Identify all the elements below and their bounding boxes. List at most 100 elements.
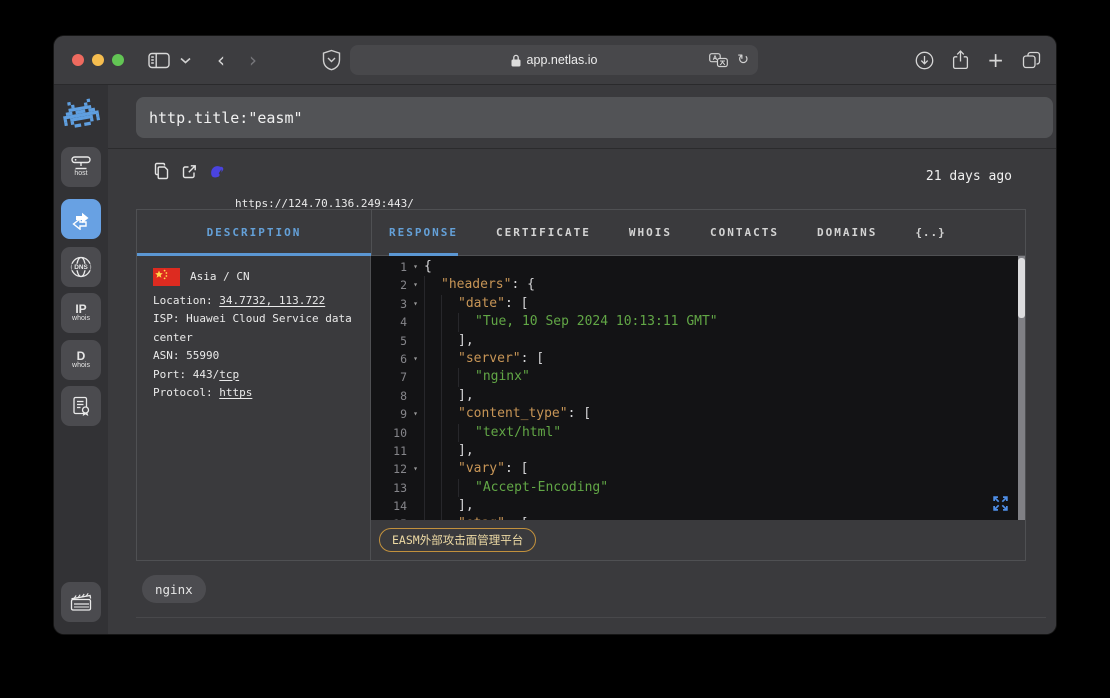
protocol-line: Protocol: https: [153, 384, 358, 403]
fold-toggle-icon[interactable]: ▾: [407, 405, 424, 423]
code-line: 13"Accept-Encoding": [371, 479, 1025, 497]
fold-toggle-icon[interactable]: ▾: [407, 350, 424, 368]
fold-spacer: [407, 332, 424, 350]
isp-label: ISP:: [153, 312, 186, 325]
forward-button[interactable]: ›: [249, 50, 257, 70]
code-line: 1▾{: [371, 258, 1025, 276]
fold-toggle-icon[interactable]: ▾: [407, 258, 424, 276]
http-title-badge[interactable]: EASM外部攻击面管理平台: [379, 528, 536, 552]
code-line-content: "vary": [: [424, 460, 1025, 478]
code-line-content: "Tue, 10 Sep 2024 10:13:11 GMT": [424, 313, 1025, 331]
open-external-icon[interactable]: [181, 163, 198, 180]
code-line: 3▾"date": [: [371, 295, 1025, 313]
d-whois-sublabel: whois: [72, 362, 90, 370]
toolbar-actions: +: [915, 50, 1041, 70]
d-whois-label: D: [77, 350, 86, 362]
code-line: 14],: [371, 497, 1025, 515]
code-line-content: ],: [424, 387, 1025, 405]
new-tab-icon[interactable]: +: [987, 50, 1004, 70]
netlas-logo-icon[interactable]: [61, 95, 101, 135]
protocol-label: Protocol:: [153, 386, 219, 399]
geo-row: Asia / CN: [153, 268, 358, 287]
fold-spacer: [407, 479, 424, 497]
url-text: app.netlas.io: [527, 53, 598, 67]
tab-description[interactable]: DESCRIPTION: [137, 210, 372, 255]
tab-raw-json[interactable]: {..}: [915, 210, 946, 255]
tcp-link[interactable]: tcp: [219, 368, 239, 381]
response-panel: 1▾{2▾"headers": {3▾"date": [4"Tue, 10 Se…: [371, 256, 1025, 560]
line-number: 5: [371, 332, 407, 350]
code-line-content: "text/html": [424, 424, 1025, 442]
address-bar[interactable]: app.netlas.io ↻: [350, 45, 758, 75]
sidebar-item-responses-active[interactable]: [61, 199, 101, 239]
description-panel: Asia / CN Location: 34.7732, 113.722 ISP…: [137, 256, 371, 560]
sidebar-item-dns[interactable]: DNS: [61, 247, 101, 287]
tab-response[interactable]: RESPONSE: [389, 210, 458, 255]
fold-spacer: [407, 497, 424, 515]
result-age: 21 days ago: [926, 169, 1012, 184]
tab-contacts[interactable]: CONTACTS: [710, 210, 779, 255]
code-line: 9▾"content_type": [: [371, 405, 1025, 423]
fold-spacer: [407, 368, 424, 386]
tab-overview-icon[interactable]: [1022, 51, 1041, 69]
code-line: 10"text/html": [371, 424, 1025, 442]
sidebar-item-certificates[interactable]: [61, 386, 101, 426]
fold-toggle-icon[interactable]: ▾: [407, 460, 424, 478]
sidebar-toggle-icon[interactable]: [148, 52, 170, 69]
asn-value: 55990: [186, 349, 219, 362]
fold-spacer: [407, 387, 424, 405]
code-scrollbar[interactable]: [1018, 256, 1025, 520]
sidebar-item-datasets[interactable]: [61, 582, 101, 622]
asn-label: ASN:: [153, 349, 186, 362]
back-button[interactable]: ‹: [217, 50, 225, 70]
code-line: 12▾"vary": [: [371, 460, 1025, 478]
fold-toggle-icon[interactable]: ▾: [407, 295, 424, 313]
region-text: Asia / CN: [190, 268, 250, 287]
sidebar-item-ip-whois[interactable]: IP whois: [61, 293, 101, 333]
search-input[interactable]: http.title:"easm": [136, 97, 1053, 138]
content-area: http.title:"easm": [108, 85, 1056, 634]
fold-toggle-icon[interactable]: ▾: [407, 515, 424, 520]
code-line-content: "nginx": [424, 368, 1025, 386]
share-icon[interactable]: [952, 50, 969, 70]
fold-toggle-icon[interactable]: ▾: [407, 276, 424, 294]
code-line: 8],: [371, 387, 1025, 405]
expand-icon[interactable]: [992, 495, 1009, 512]
translate-icon[interactable]: [709, 53, 728, 68]
reload-icon[interactable]: ↻: [737, 53, 749, 67]
fold-spacer: [407, 424, 424, 442]
line-number: 9: [371, 405, 407, 423]
code-line: 6▾"server": [: [371, 350, 1025, 368]
sidebar-item-dns-label: DNS: [74, 264, 88, 271]
code-scrollbar-thumb[interactable]: [1018, 258, 1025, 318]
sidebar-item-domain-whois[interactable]: D whois: [61, 340, 101, 380]
zoom-window-button[interactable]: [112, 54, 124, 66]
tab-certificate[interactable]: CERTIFICATE: [496, 210, 591, 255]
location-link[interactable]: 34.7732, 113.722: [219, 294, 325, 307]
tab-domains[interactable]: DOMAINS: [817, 210, 877, 255]
location-label: Location:: [153, 294, 219, 307]
line-number: 3: [371, 295, 407, 313]
code-line-content: ],: [424, 332, 1025, 350]
divider: [108, 148, 1056, 149]
site-favicon: [209, 163, 225, 179]
code-line-content: "content_type": [: [424, 405, 1025, 423]
app-sidebar: host DNS: [54, 85, 108, 634]
sidebar-item-host[interactable]: host: [61, 147, 101, 187]
tab-whois[interactable]: WHOIS: [629, 210, 672, 255]
tag-nginx[interactable]: nginx: [142, 575, 206, 603]
minimize-window-button[interactable]: [92, 54, 104, 66]
copy-icon[interactable]: [153, 162, 170, 180]
code-line: 4"Tue, 10 Sep 2024 10:13:11 GMT": [371, 313, 1025, 331]
protocol-link[interactable]: https: [219, 386, 252, 399]
chevron-down-icon[interactable]: [180, 57, 191, 64]
code-line-content: ],: [424, 497, 1025, 515]
downloads-icon[interactable]: [915, 51, 934, 70]
code-line: 15▾"etag": [: [371, 515, 1025, 520]
privacy-shield-icon[interactable]: [322, 50, 341, 71]
isp-line: ISP: Huawei Cloud Service data center: [153, 310, 358, 347]
line-number: 1: [371, 258, 407, 276]
line-number: 14: [371, 497, 407, 515]
close-window-button[interactable]: [72, 54, 84, 66]
code-lines: 1▾{2▾"headers": {3▾"date": [4"Tue, 10 Se…: [371, 258, 1025, 520]
